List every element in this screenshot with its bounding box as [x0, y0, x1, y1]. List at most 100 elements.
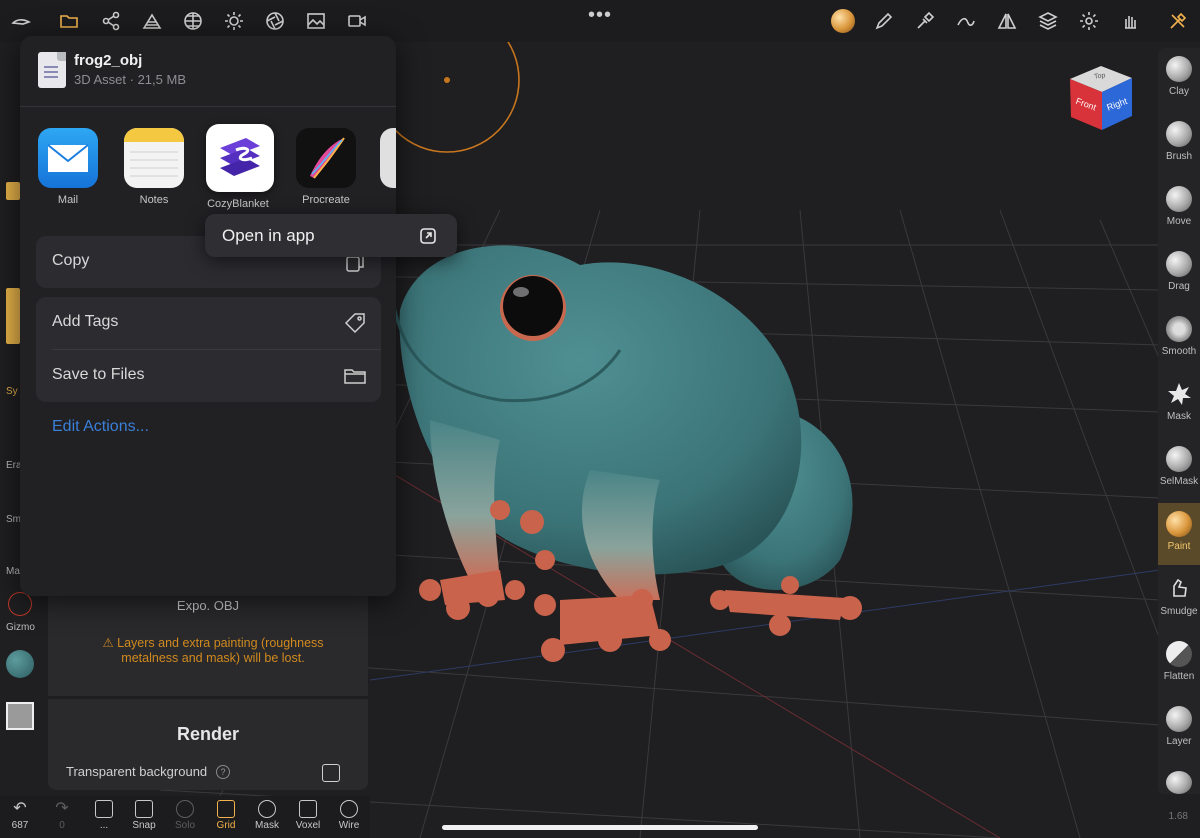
brush-selmask[interactable]: SelMask [1158, 438, 1200, 500]
left-label-sy: Sy [6, 386, 18, 397]
add-tags-action[interactable]: Add Tags [36, 297, 381, 349]
solo-button[interactable]: Solo [165, 800, 205, 831]
color-swatch-secondary[interactable] [6, 702, 34, 730]
video-camera-icon[interactable] [344, 8, 370, 34]
selmask-icon [1166, 446, 1192, 472]
more-button[interactable]: ... [84, 800, 124, 831]
share-app-label: CozyBlanket [207, 198, 269, 210]
more-apps-icon [380, 128, 396, 188]
camera-aperture-icon[interactable] [262, 8, 288, 34]
undo-icon: ↶ [13, 800, 27, 817]
brush-smudge[interactable]: Smudge [1158, 568, 1200, 630]
undo-button[interactable]: ↶ 687 [0, 800, 40, 831]
share-app-mail[interactable]: Mail [36, 128, 100, 206]
export-panel: Expo. OBJ ⚠ Layers and extra painting (r… [48, 590, 368, 790]
mask-label: Mask [255, 820, 279, 831]
voxel-icon [299, 800, 317, 818]
folder-icon [343, 364, 367, 388]
file-meta: 3D Asset · 21,5 MB [74, 72, 186, 87]
picker-icon[interactable] [912, 8, 938, 34]
wire-button[interactable]: Wire [329, 800, 369, 831]
material-sphere-icon[interactable] [180, 8, 206, 34]
export-obj-label[interactable]: Expo. OBJ [48, 598, 368, 613]
snap-button[interactable]: Snap [124, 800, 164, 831]
mail-icon [38, 128, 98, 188]
wireframe-icon [340, 800, 358, 818]
render-separator [48, 696, 368, 699]
brush-clay[interactable]: Clay [1158, 48, 1200, 110]
move-icon [1166, 186, 1192, 212]
brush-flatten[interactable]: Flatten [1158, 633, 1200, 695]
nomad-sculpt-app: Top Front Right ••• Sy Era Smo Ma Gizmo … [0, 0, 1200, 838]
settings-gear-icon[interactable] [1076, 8, 1102, 34]
voxel-button[interactable]: Voxel [288, 800, 328, 831]
solo-icon [176, 800, 194, 818]
pencil-icon[interactable] [871, 8, 897, 34]
edit-actions-link[interactable]: Edit Actions... [52, 418, 149, 436]
symmetry-icon[interactable] [994, 8, 1020, 34]
grid-icon [217, 800, 235, 818]
brush-brush[interactable]: Brush [1158, 113, 1200, 175]
gesture-hand-icon[interactable] [1117, 8, 1143, 34]
material-preview-icon[interactable] [830, 8, 856, 34]
multitasking-dots[interactable]: ••• [588, 4, 612, 27]
share-app-notes[interactable]: Notes [122, 128, 186, 206]
share-sheet: frog2_obj 3D Asset · 21,5 MB Mail Notes [20, 36, 396, 596]
brush-paint[interactable]: Paint [1158, 503, 1200, 565]
left-slider-handle[interactable] [6, 182, 20, 200]
redo-button[interactable]: ↷ 0 [42, 800, 82, 831]
brush-label: Move [1166, 216, 1192, 227]
mask-toggle-button[interactable]: Mask [247, 800, 287, 831]
share-app-cozyblanket[interactable]: CozyBlanket [206, 124, 274, 210]
share-app-label: Mail [57, 194, 79, 206]
tools-icon[interactable] [1165, 8, 1191, 34]
solo-label: Solo [174, 820, 195, 831]
brush-label: Smooth [1161, 346, 1197, 357]
share-app-procreate[interactable]: Procreate [294, 128, 358, 206]
mask-splat-icon [1166, 381, 1192, 407]
snap-label: Snap [132, 820, 156, 831]
clay-icon [1166, 56, 1192, 82]
brush-mask[interactable]: Mask [1158, 373, 1200, 435]
scene-graph-icon[interactable] [98, 8, 124, 34]
left-label-ma: Ma [6, 566, 20, 577]
background-image-icon[interactable] [303, 8, 329, 34]
redo-count: 0 [59, 820, 65, 831]
color-swatch-primary[interactable] [6, 650, 34, 678]
action-group-files: Add Tags Save to Files [36, 297, 381, 402]
open-in-app-menu[interactable]: Open in app [205, 214, 457, 257]
layers-icon[interactable] [1035, 8, 1061, 34]
eye-slash-icon [258, 800, 276, 818]
brush-label: Brush [1165, 151, 1193, 162]
share-app-more[interactable] [380, 128, 396, 188]
logo-icon[interactable] [8, 8, 34, 34]
brush-more[interactable] [1158, 763, 1200, 794]
grid-button[interactable]: Grid [206, 800, 246, 831]
procreate-icon [296, 128, 356, 188]
document-icon [38, 52, 66, 88]
stroke-icon[interactable] [953, 8, 979, 34]
save-to-files-action[interactable]: Save to Files [36, 350, 381, 402]
lighting-sun-icon[interactable] [221, 8, 247, 34]
brush-label: Paint [1167, 541, 1191, 552]
brush-smooth[interactable]: Smooth [1158, 308, 1200, 370]
version-label: 1.68 [1168, 811, 1188, 822]
transparent-background-checkbox[interactable] [322, 764, 340, 782]
brush-layer[interactable]: Layer [1158, 698, 1200, 760]
brush-toolbar: Clay Brush Move Drag Smooth Mask SelMask… [1158, 48, 1200, 794]
navigation-cube[interactable]: Top Front Right [1066, 62, 1136, 134]
help-icon[interactable]: ? [216, 765, 230, 779]
folder-icon[interactable] [56, 8, 82, 34]
tag-icon [343, 311, 367, 335]
paint-icon [1166, 511, 1192, 537]
undo-count: 687 [11, 820, 29, 831]
brush-move[interactable]: Move [1158, 178, 1200, 240]
brush-drag[interactable]: Drag [1158, 243, 1200, 305]
topology-icon[interactable] [139, 8, 165, 34]
home-indicator[interactable] [442, 825, 758, 830]
brush-label: Mask [1167, 411, 1191, 422]
brush-label: Layer [1166, 736, 1192, 747]
left-size-slider[interactable] [6, 288, 20, 344]
brush-icon [1166, 121, 1192, 147]
external-link-icon [419, 227, 437, 245]
